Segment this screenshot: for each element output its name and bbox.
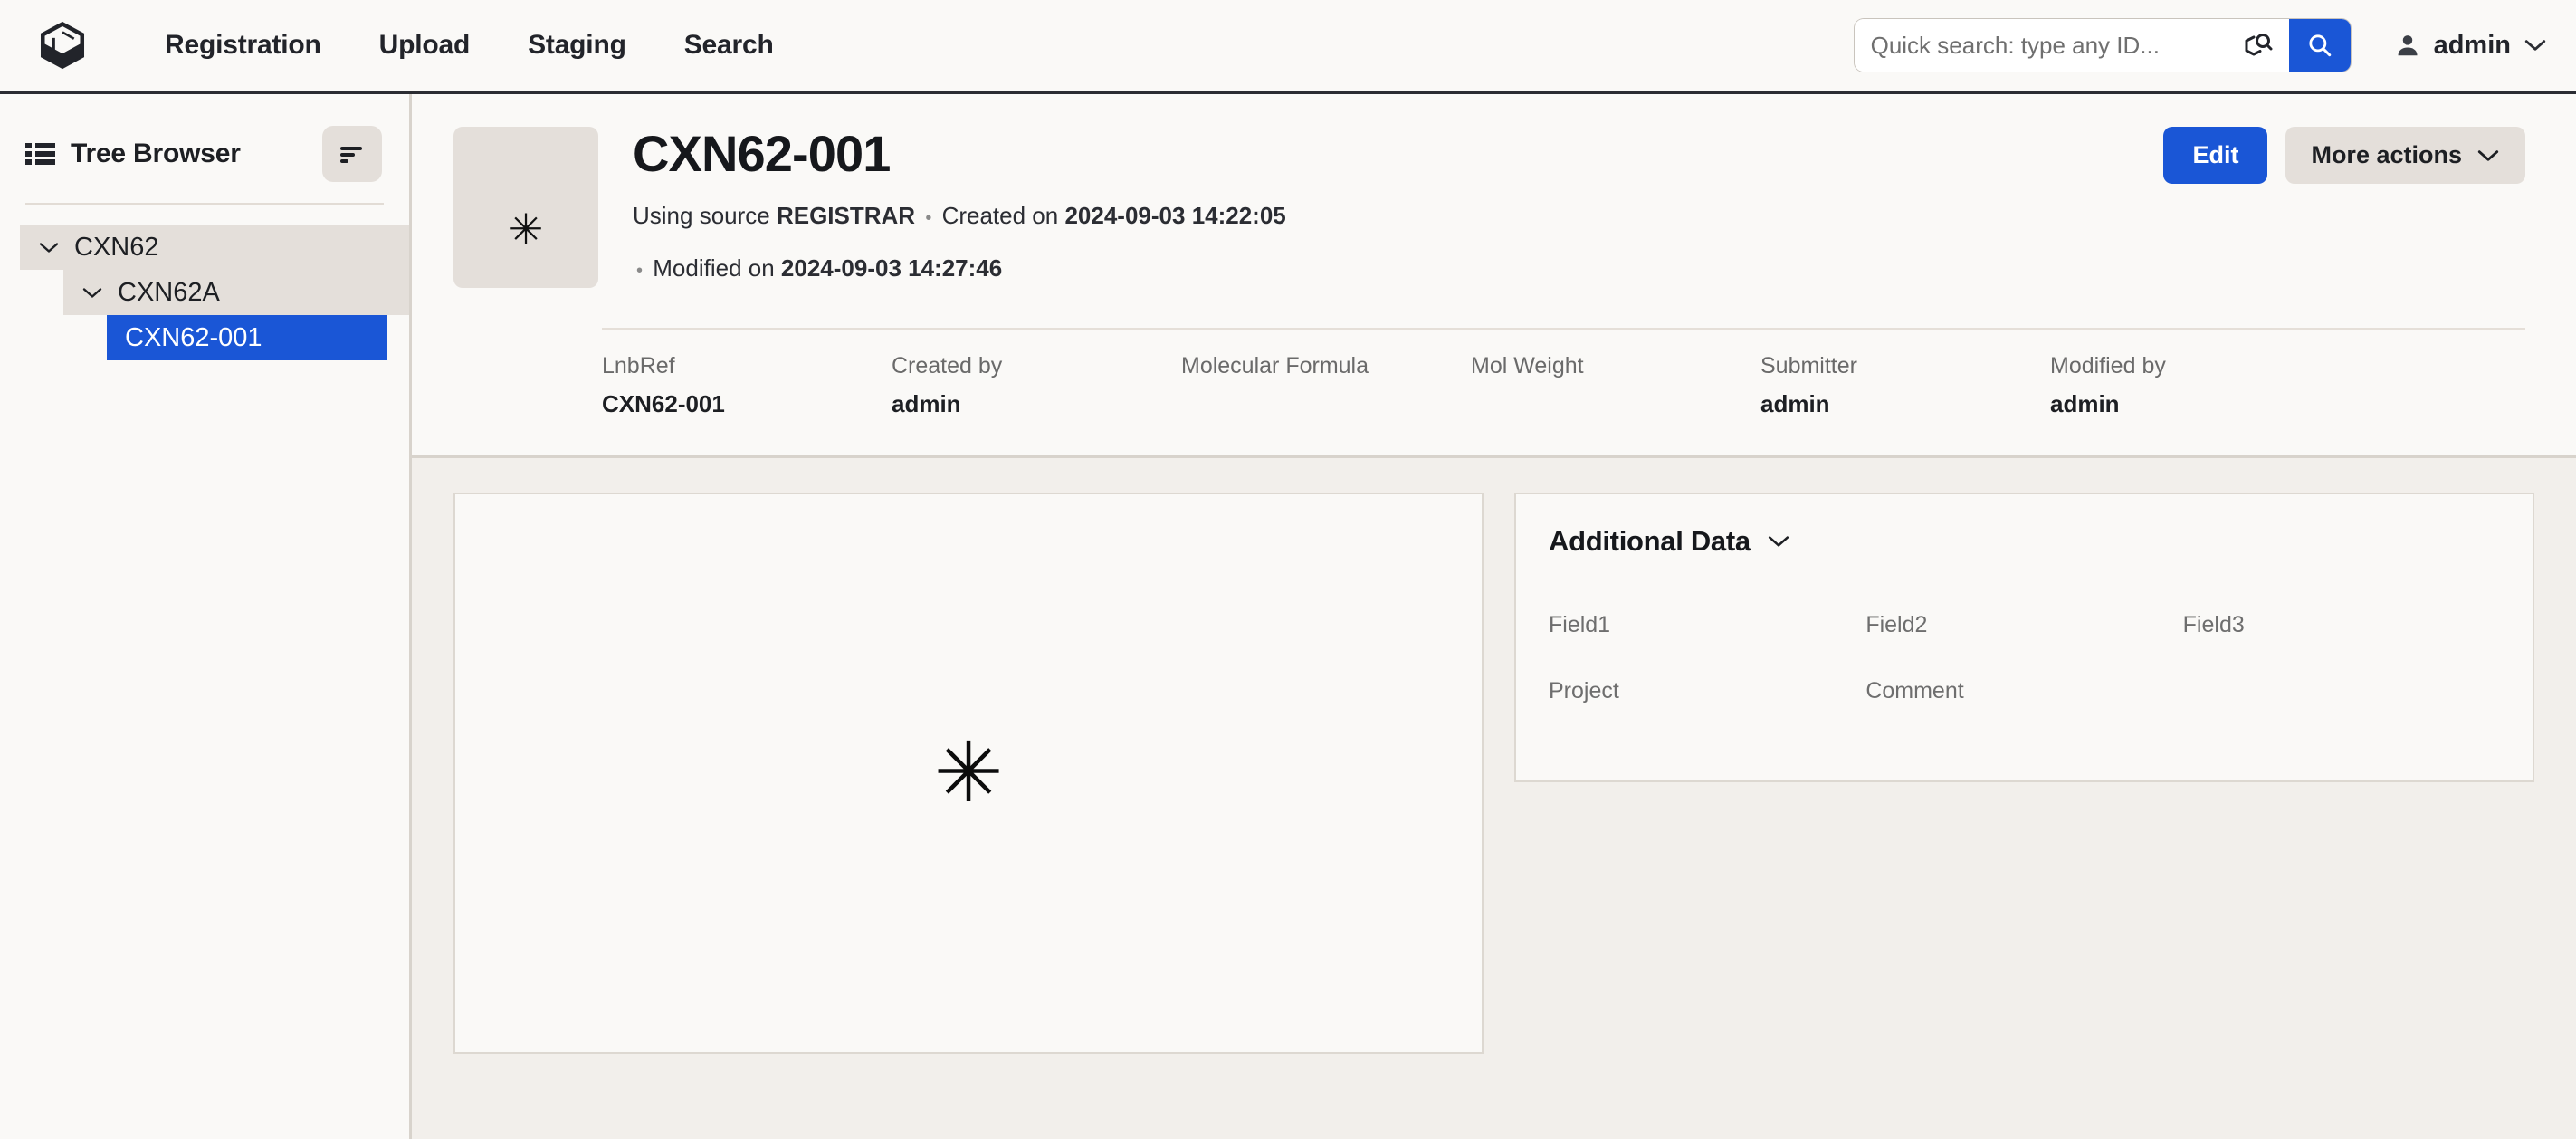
field-value-modified-by: admin [2050, 390, 2340, 419]
nav-link-registration[interactable]: Registration [136, 21, 350, 70]
field-label-created-by: Created by [892, 353, 1181, 385]
field-value-created-by: admin [892, 390, 1181, 419]
additional-data-title: Additional Data [1549, 525, 1751, 558]
field-label-molecular-formula: Molecular Formula [1181, 353, 1471, 385]
main-content: ✳ CXN62-001 Using source REGISTRAR • Cre… [412, 94, 2576, 1139]
sort-descending-icon [339, 144, 366, 164]
source-label: Using source [633, 202, 770, 229]
field-value-molecular-formula [1181, 390, 1471, 419]
top-navigation-bar: Registration Upload Staging Search [0, 0, 2576, 94]
user-menu[interactable]: admin [2389, 25, 2552, 66]
quick-search-group [1855, 19, 2351, 72]
tree-browser-list: CXN62 CXN62A CXN62-001 [0, 225, 409, 360]
sidebar-header: Tree Browser [0, 94, 409, 188]
field-value-lnbref: CXN62-001 [602, 390, 892, 419]
field-label-submitter: Submitter [1760, 353, 2050, 385]
more-actions-label: More actions [2311, 141, 2462, 169]
hexagon-cube-logo-icon [36, 19, 89, 72]
nav-link-upload[interactable]: Upload [350, 21, 499, 70]
modified-label: Modified on [653, 254, 774, 282]
body-split: Tree Browser CXN62 [0, 94, 2576, 1139]
person-icon [2394, 32, 2421, 59]
structure-viewer-panel[interactable]: ✳ [453, 493, 1484, 1054]
tree-node-cxn62a[interactable]: CXN62A [63, 270, 409, 315]
created-value: 2024-09-03 14:22:05 [1064, 202, 1285, 229]
tree-node-cxn62-001[interactable]: CXN62-001 [107, 315, 387, 360]
tree-node-label: CXN62 [74, 233, 159, 263]
chevron-down-icon [2524, 38, 2547, 53]
page-title: CXN62-001 [633, 127, 2136, 181]
entity-meta-line-1: Using source REGISTRAR • Created on 2024… [633, 199, 2136, 234]
tree-sort-button[interactable] [322, 126, 382, 182]
structure-thumbnail[interactable]: ✳ [453, 127, 598, 288]
structure-placeholder-glyph: ✳ [933, 732, 1003, 815]
structure-thumbnail-glyph: ✳ [509, 208, 544, 250]
entity-field-grid: LnbRef Created by Molecular Formula Mol … [602, 353, 2525, 419]
nav-link-staging[interactable]: Staging [499, 21, 655, 70]
tree-node-cxn62[interactable]: CXN62 [20, 225, 409, 270]
search-input[interactable] [1871, 32, 2238, 60]
field-label-lnbref: LnbRef [602, 353, 892, 385]
tree-node-label: CXN62-001 [125, 323, 262, 353]
additional-data-panel: Additional Data Field1 Field2 Field3 Pro… [1514, 493, 2534, 782]
modified-value: 2024-09-03 14:27:46 [781, 254, 1002, 282]
entity-meta-line-2: • Modified on 2024-09-03 14:27:46 [633, 252, 2136, 286]
quick-search-field-wrap [1855, 19, 2289, 72]
additional-field-label-project: Project [1549, 678, 1865, 704]
app-logo[interactable] [29, 12, 96, 79]
sidebar-title: Tree Browser [71, 139, 241, 169]
source-value: REGISTRAR [777, 202, 915, 229]
additional-field-label-field2: Field2 [1865, 612, 2182, 638]
additional-data-grid: Field1 Field2 Field3 Project Comment [1549, 612, 2500, 704]
meta-separator-dot: • [636, 261, 643, 281]
entity-actions: Edit More actions [2163, 127, 2525, 184]
field-value-submitter: admin [1760, 390, 2050, 419]
field-value-mol-weight [1471, 390, 1760, 419]
edit-button[interactable]: Edit [2163, 127, 2267, 184]
chevron-down-icon[interactable] [1767, 534, 1790, 549]
additional-field-label-field3: Field3 [2183, 612, 2500, 638]
field-label-mol-weight: Mol Weight [1471, 353, 1760, 385]
entity-detail-top: ✳ CXN62-001 Using source REGISTRAR • Cre… [453, 127, 2525, 288]
chevron-down-icon [2476, 148, 2500, 163]
lower-content-area: ✳ Additional Data Field1 Field2 Field3 P… [412, 458, 2576, 1139]
sidebar: Tree Browser CXN62 [0, 94, 412, 1139]
entity-detail-info: CXN62-001 Using source REGISTRAR • Creat… [633, 127, 2136, 286]
chevron-down-icon[interactable] [38, 241, 60, 254]
user-menu-label: admin [2434, 31, 2511, 61]
additional-field-spacer [2183, 678, 2500, 704]
more-actions-button[interactable]: More actions [2285, 127, 2525, 184]
created-label: Created on [942, 202, 1059, 229]
additional-field-label-field1: Field1 [1549, 612, 1865, 638]
meta-separator-dot: • [925, 208, 931, 228]
field-label-modified-by: Modified by [2050, 353, 2340, 385]
sidebar-divider [25, 203, 384, 205]
entity-detail-card: ✳ CXN62-001 Using source REGISTRAR • Cre… [412, 94, 2576, 458]
list-icon [25, 141, 56, 167]
nav-link-search[interactable]: Search [655, 21, 803, 70]
detail-divider [602, 328, 2525, 330]
additional-field-label-comment: Comment [1865, 678, 2182, 704]
chevron-down-icon[interactable] [81, 286, 103, 300]
tree-node-label: CXN62A [118, 278, 220, 308]
search-icon [2306, 32, 2333, 59]
primary-nav-links: Registration Upload Staging Search [136, 21, 803, 70]
structure-search-icon[interactable] [2238, 27, 2276, 63]
additional-data-header[interactable]: Additional Data [1549, 525, 2500, 558]
search-submit-button[interactable] [2289, 19, 2351, 72]
